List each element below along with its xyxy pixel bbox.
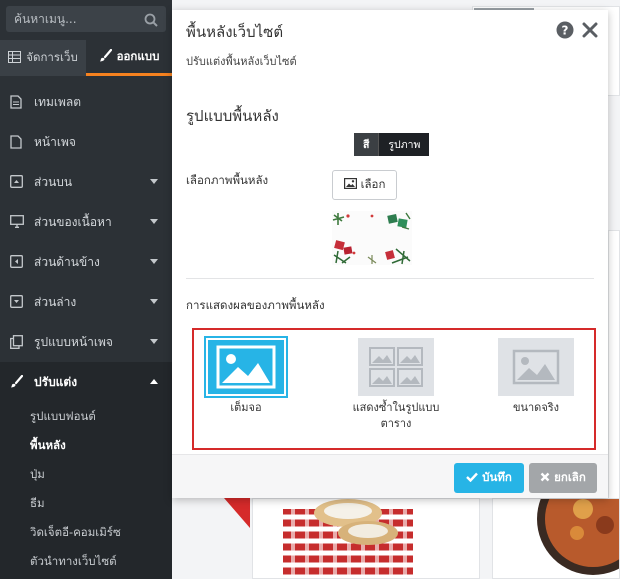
svg-text:?: ? [562, 24, 569, 38]
modal-title: พื้นหลังเว็บไซต์ [186, 23, 284, 41]
file-icon [10, 135, 24, 149]
option-label: เต็มจอ [230, 401, 262, 414]
search-box [6, 6, 166, 32]
option-label: แสดงซ้ำในรูปแบบ ตาราง [336, 400, 456, 432]
sidebar-item-label: หน้าเพจ [34, 134, 76, 149]
sidebar-item-label: รูปแบบหน้าเพจ [34, 334, 113, 349]
toggle-image[interactable]: รูปภาพ [378, 133, 430, 156]
brush-icon [10, 375, 24, 389]
submenu-item-font[interactable]: รูปแบบฟอนต์ [0, 402, 172, 431]
search-icon[interactable] [144, 12, 158, 27]
table-icon [8, 50, 22, 66]
chevron-up-icon [150, 379, 158, 384]
sidebar-item-label: ส่วนด้านข้าง [34, 254, 100, 269]
submenu-item-button[interactable]: ปุ่ม [0, 460, 172, 489]
option-fullscreen[interactable]: เต็มจอ [204, 336, 288, 416]
sidebar-item-page[interactable]: หน้าเพจ [0, 122, 172, 162]
sidebar-nav: เทมเพลต หน้าเพจ ส่วนบน ส่วนของเนื้อหา ส่… [0, 82, 172, 579]
search-input[interactable] [6, 6, 136, 32]
help-icon[interactable]: ? [556, 21, 574, 39]
display-options-highlight: เต็มจอ แสดงซ้ำในรูปแบบ ตาราง ขนาดจริง [192, 328, 596, 450]
cancel-button[interactable]: ยกเลิก [529, 463, 597, 493]
copy-icon [10, 335, 24, 349]
sidebar-item-template[interactable]: เทมเพลต [0, 82, 172, 122]
caret-down-box-icon [10, 295, 24, 309]
brush-icon [99, 48, 112, 65]
choose-image-button[interactable]: เลือก [332, 170, 397, 200]
caret-left-box-icon [10, 255, 24, 269]
section-divider [186, 278, 594, 279]
desktop-icon [10, 215, 24, 229]
sidebar: จัดการเว็บ ออกแบบ เทมเพลต หน้าเพจ ส่วนบน… [0, 0, 172, 579]
choose-image-label: เลือกภาพพื้นหลัง [186, 173, 269, 187]
modal-footer: บันทึก ยกเลิก [172, 454, 608, 498]
section-title: รูปแบบพื้นหลัง [186, 107, 279, 125]
background-type-toggle: สี รูปภาพ [354, 133, 430, 156]
submenu-item-background[interactable]: พื้นหลัง [0, 431, 172, 460]
option-label: ขนาดจริง [512, 401, 560, 414]
submenu-item-navigator[interactable]: ตัวนำทางเว็บไซต์ [0, 547, 172, 576]
document-icon [10, 95, 24, 109]
background-product-card [492, 498, 620, 579]
actual-size-image-icon [498, 338, 574, 396]
choose-button-label: เลือก [360, 177, 386, 191]
chevron-down-icon [150, 339, 158, 344]
sidebar-item-label: ปรับแต่ง [34, 374, 78, 389]
sidebar-item-label: ส่วนล่าง [34, 294, 77, 309]
sidebar-item-sidebar-section[interactable]: ส่วนด้านข้าง [0, 242, 172, 282]
cancel-button-label: ยกเลิก [554, 470, 586, 484]
tiled-image-icon [358, 338, 434, 396]
check-icon [466, 471, 479, 485]
option-label-line2: ตาราง [380, 417, 412, 430]
background-settings-modal: พื้นหลังเว็บไซต์ ? ปรับแต่งพื้นหลังเว็บไ… [172, 10, 608, 498]
sidebar-item-label: ส่วนของเนื้อหา [34, 214, 112, 229]
sidebar-item-header[interactable]: ส่วนบน [0, 162, 172, 202]
toggle-color[interactable]: สี [354, 133, 379, 156]
option-actual-size[interactable]: ขนาดจริง [496, 338, 576, 416]
sidebar-tabs: จัดการเว็บ ออกแบบ [0, 40, 172, 76]
chevron-down-icon [150, 179, 158, 184]
caret-up-box-icon [10, 175, 24, 189]
option-label-line1: แสดงซ้ำในรูปแบบ [352, 401, 440, 414]
save-button-label: บันทึก [482, 470, 512, 484]
background-image-thumbnail [332, 211, 412, 265]
display-mode-label: การแสดงผลของภาพพื้นหลัง [186, 298, 325, 312]
image-icon [343, 178, 357, 192]
close-icon[interactable] [582, 22, 598, 38]
tab-label: จัดการเว็บ [26, 50, 78, 64]
background-product-card [252, 498, 480, 579]
sidebar-item-content[interactable]: ส่วนของเนื้อหา [0, 202, 172, 242]
tab-label: ออกแบบ [116, 48, 160, 63]
sidebar-item-footer[interactable]: ส่วนล่าง [0, 282, 172, 322]
tab-manage-website[interactable]: จัดการเว็บ [0, 40, 86, 76]
sidebar-item-label: ส่วนบน [34, 174, 73, 189]
submenu-item-theme[interactable]: ธีม [0, 489, 172, 518]
chevron-down-icon [150, 299, 158, 304]
submenu-item-ecommerce-widget[interactable]: วิดเจ็ตอี-คอมเมิร์ซ [0, 518, 172, 547]
chevron-down-icon [150, 219, 158, 224]
tab-design[interactable]: ออกแบบ [86, 40, 172, 76]
modal-subtitle: ปรับแต่งพื้นหลังเว็บไซต์ [186, 55, 297, 68]
sidebar-item-customize[interactable]: ปรับแต่ง [0, 362, 172, 402]
background-ribbon [224, 498, 250, 528]
save-button[interactable]: บันทึก [454, 463, 524, 493]
sidebar-item-label: เทมเพลต [34, 94, 82, 109]
fullscreen-image-icon [204, 336, 288, 398]
sidebar-item-page-layout[interactable]: รูปแบบหน้าเพจ [0, 322, 172, 362]
close-icon [540, 471, 550, 485]
option-tiled[interactable]: แสดงซ้ำในรูปแบบ ตาราง [336, 338, 456, 432]
chevron-down-icon [150, 259, 158, 264]
customize-submenu: รูปแบบฟอนต์ พื้นหลัง ปุ่ม ธีม วิดเจ็ตอี-… [0, 402, 172, 579]
